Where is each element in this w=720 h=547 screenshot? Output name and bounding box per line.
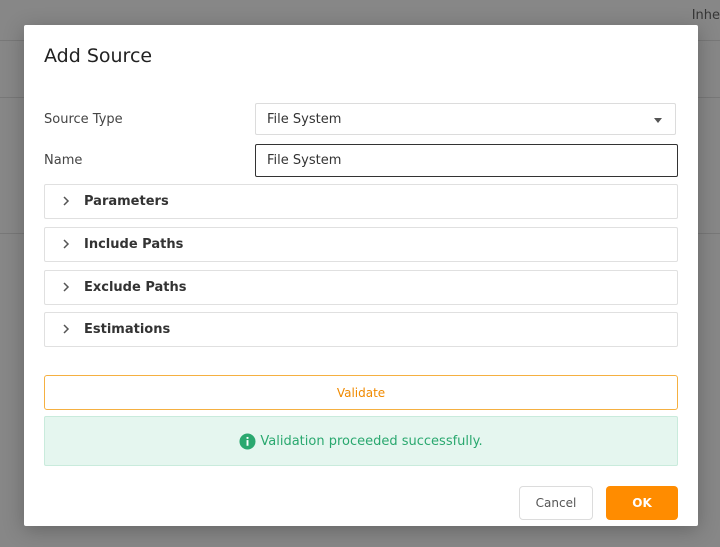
section-label: Include Paths xyxy=(84,237,184,252)
name-input[interactable] xyxy=(255,144,678,177)
chevron-right-icon xyxy=(63,282,70,292)
caret-down-icon xyxy=(654,118,662,123)
validation-success-alert: Validation proceeded successfully. xyxy=(44,416,678,466)
name-label: Name xyxy=(44,153,83,168)
section-label: Exclude Paths xyxy=(84,280,187,295)
section-exclude-paths[interactable]: Exclude Paths xyxy=(44,270,678,305)
chevron-right-icon xyxy=(63,239,70,249)
info-icon xyxy=(239,432,256,450)
add-source-dialog: Add Source Source Type File System Name … xyxy=(24,25,698,526)
chevron-right-icon xyxy=(63,324,70,334)
source-type-label: Source Type xyxy=(44,112,123,127)
validate-button[interactable]: Validate xyxy=(44,375,678,410)
section-parameters[interactable]: Parameters xyxy=(44,184,678,219)
section-label: Estimations xyxy=(84,322,171,337)
section-label: Parameters xyxy=(84,194,169,209)
source-type-value: File System xyxy=(267,112,342,127)
section-estimations[interactable]: Estimations xyxy=(44,312,678,347)
validation-message: Validation proceeded successfully. xyxy=(260,433,483,449)
section-include-paths[interactable]: Include Paths xyxy=(44,227,678,262)
chevron-right-icon xyxy=(63,196,70,206)
ok-button[interactable]: OK xyxy=(606,486,678,520)
source-type-select[interactable]: File System xyxy=(255,103,676,135)
dialog-title: Add Source xyxy=(44,45,153,67)
cancel-button[interactable]: Cancel xyxy=(519,486,593,520)
